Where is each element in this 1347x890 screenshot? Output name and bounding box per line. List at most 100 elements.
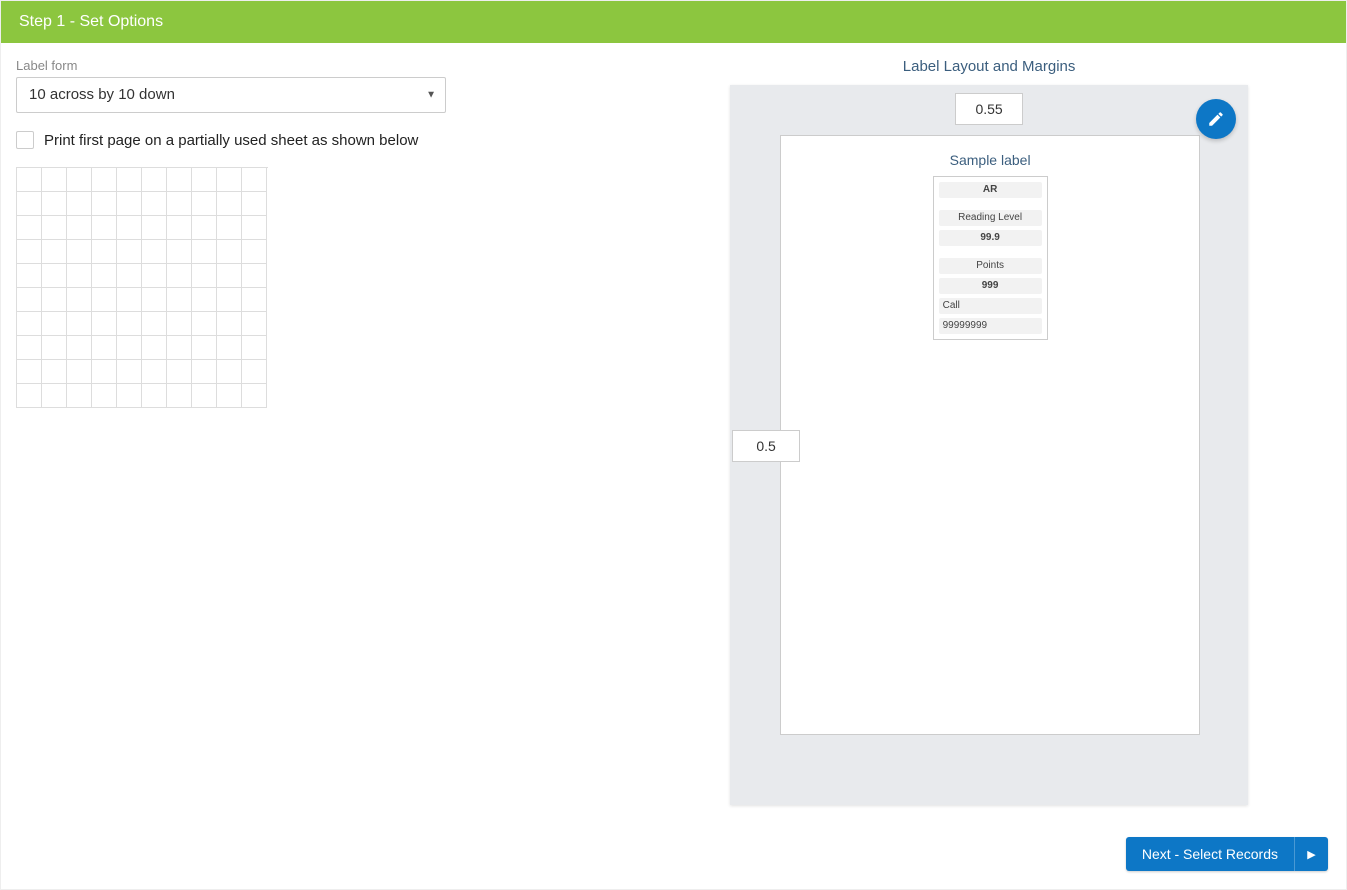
sheet-grid-cell[interactable] <box>17 240 42 264</box>
sheet-grid-cell[interactable] <box>142 360 167 384</box>
sheet-grid-cell[interactable] <box>167 288 192 312</box>
sheet-grid-cell[interactable] <box>67 312 92 336</box>
sheet-grid-cell[interactable] <box>217 336 242 360</box>
sheet-grid-cell[interactable] <box>192 384 217 408</box>
sheet-grid-cell[interactable] <box>142 312 167 336</box>
sheet-grid-cell[interactable] <box>242 216 267 240</box>
sheet-grid-cell[interactable] <box>67 240 92 264</box>
sheet-grid-cell[interactable] <box>192 264 217 288</box>
label-form-select[interactable]: 10 across by 10 down ▼ <box>16 77 446 113</box>
sheet-grid-cell[interactable] <box>117 384 142 408</box>
sheet-grid-cell[interactable] <box>217 216 242 240</box>
sheet-grid-cell[interactable] <box>242 288 267 312</box>
sheet-grid-cell[interactable] <box>217 264 242 288</box>
sheet-grid-cell[interactable] <box>242 360 267 384</box>
sheet-grid-cell[interactable] <box>42 336 67 360</box>
sheet-grid-cell[interactable] <box>42 264 67 288</box>
sheet-grid-cell[interactable] <box>67 168 92 192</box>
sheet-grid-cell[interactable] <box>167 360 192 384</box>
sheet-grid-cell[interactable] <box>242 384 267 408</box>
sheet-grid-cell[interactable] <box>117 168 142 192</box>
sheet-grid-cell[interactable] <box>42 216 67 240</box>
sheet-grid-cell[interactable] <box>17 168 42 192</box>
sheet-grid-cell[interactable] <box>17 288 42 312</box>
sheet-grid-cell[interactable] <box>242 192 267 216</box>
sheet-grid-cell[interactable] <box>192 216 217 240</box>
sheet-grid-cell[interactable] <box>192 312 217 336</box>
sheet-grid-cell[interactable] <box>167 264 192 288</box>
sheet-grid-cell[interactable] <box>142 192 167 216</box>
margin-top-input[interactable]: 0.55 <box>955 93 1023 125</box>
sheet-grid-cell[interactable] <box>217 192 242 216</box>
sheet-grid-cell[interactable] <box>242 336 267 360</box>
sheet-grid-cell[interactable] <box>117 192 142 216</box>
sheet-grid-cell[interactable] <box>217 288 242 312</box>
sheet-grid-cell[interactable] <box>17 264 42 288</box>
sheet-grid-cell[interactable] <box>142 336 167 360</box>
sheet-grid-cell[interactable] <box>42 384 67 408</box>
sheet-grid-cell[interactable] <box>217 384 242 408</box>
sheet-grid-cell[interactable] <box>142 264 167 288</box>
sheet-grid-cell[interactable] <box>117 312 142 336</box>
sheet-grid-cell[interactable] <box>117 216 142 240</box>
sheet-grid-cell[interactable] <box>217 360 242 384</box>
next-button[interactable]: Next - Select Records ▶ <box>1126 837 1328 871</box>
sheet-grid-cell[interactable] <box>217 168 242 192</box>
sheet-grid-cell[interactable] <box>67 216 92 240</box>
sheet-grid-cell[interactable] <box>117 240 142 264</box>
sheet-grid-cell[interactable] <box>142 240 167 264</box>
sheet-grid-cell[interactable] <box>42 312 67 336</box>
sheet-grid-cell[interactable] <box>167 216 192 240</box>
sheet-grid-cell[interactable] <box>17 192 42 216</box>
sheet-grid-cell[interactable] <box>17 360 42 384</box>
sheet-grid-cell[interactable] <box>92 384 117 408</box>
sheet-grid-cell[interactable] <box>92 288 117 312</box>
sheet-grid-cell[interactable] <box>17 216 42 240</box>
sheet-grid-cell[interactable] <box>67 384 92 408</box>
sheet-grid-cell[interactable] <box>192 192 217 216</box>
sheet-grid-cell[interactable] <box>167 192 192 216</box>
sheet-grid-cell[interactable] <box>217 240 242 264</box>
sheet-grid-cell[interactable] <box>142 384 167 408</box>
sheet-grid-cell[interactable] <box>67 264 92 288</box>
sheet-grid-cell[interactable] <box>92 168 117 192</box>
sheet-grid-cell[interactable] <box>242 264 267 288</box>
label-form-value[interactable]: 10 across by 10 down <box>16 77 446 113</box>
sheet-grid-cell[interactable] <box>17 336 42 360</box>
sheet-grid-cell[interactable] <box>242 240 267 264</box>
sheet-grid-cell[interactable] <box>142 216 167 240</box>
sheet-grid-cell[interactable] <box>167 240 192 264</box>
sheet-grid-cell[interactable] <box>142 168 167 192</box>
sheet-grid-cell[interactable] <box>192 288 217 312</box>
sheet-grid-cell[interactable] <box>42 168 67 192</box>
sheet-grid-cell[interactable] <box>42 192 67 216</box>
sheet-grid-cell[interactable] <box>67 192 92 216</box>
sheet-grid-cell[interactable] <box>167 384 192 408</box>
sheet-grid-cell[interactable] <box>192 336 217 360</box>
sheet-grid-cell[interactable] <box>242 168 267 192</box>
sheet-grid-cell[interactable] <box>42 288 67 312</box>
sheet-grid-cell[interactable] <box>92 216 117 240</box>
edit-layout-button[interactable] <box>1196 99 1236 139</box>
sheet-grid-cell[interactable] <box>117 288 142 312</box>
sheet-grid-cell[interactable] <box>192 360 217 384</box>
sheet-grid-cell[interactable] <box>67 360 92 384</box>
sheet-grid-cell[interactable] <box>92 264 117 288</box>
sheet-grid-cell[interactable] <box>67 336 92 360</box>
sheet-grid-cell[interactable] <box>192 168 217 192</box>
sheet-grid-cell[interactable] <box>42 240 67 264</box>
sheet-grid-cell[interactable] <box>117 360 142 384</box>
partial-sheet-checkbox[interactable] <box>16 131 34 149</box>
sheet-grid-cell[interactable] <box>42 360 67 384</box>
sheet-grid-cell[interactable] <box>17 384 42 408</box>
sheet-grid-cell[interactable] <box>92 312 117 336</box>
sheet-grid-cell[interactable] <box>67 288 92 312</box>
sheet-grid-cell[interactable] <box>92 240 117 264</box>
sheet-grid-cell[interactable] <box>217 312 242 336</box>
sheet-grid-cell[interactable] <box>192 240 217 264</box>
margin-left-input[interactable]: 0.5 <box>732 430 800 462</box>
sheet-grid-cell[interactable] <box>142 288 167 312</box>
sheet-grid-cell[interactable] <box>117 336 142 360</box>
sheet-grid-cell[interactable] <box>167 168 192 192</box>
sheet-grid-cell[interactable] <box>167 336 192 360</box>
